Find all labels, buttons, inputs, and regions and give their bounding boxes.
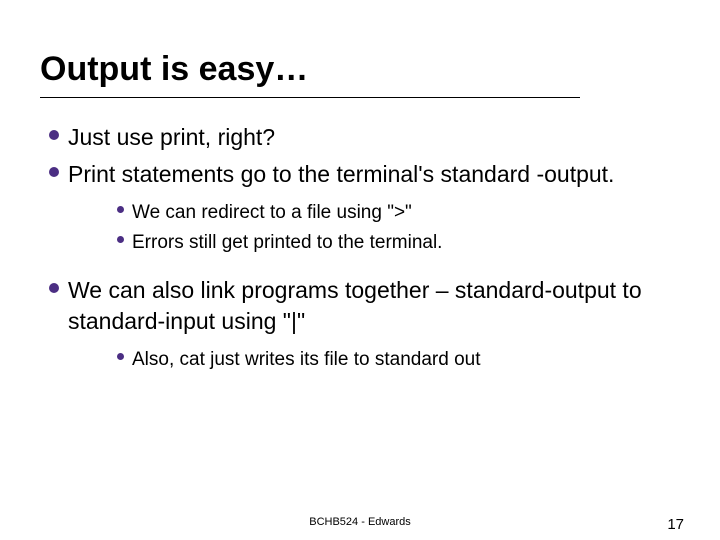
list-item: We can redirect to a file using ">": [68, 200, 680, 226]
bullet-icon: [108, 347, 132, 360]
bullet-icon: [108, 230, 132, 243]
list-item: Errors still get printed to the terminal…: [68, 230, 680, 256]
list-item: Print statements go to the terminal's st…: [40, 159, 680, 269]
bullet-text-line: We can also link programs together – sta…: [68, 277, 642, 334]
bullet-text: We can redirect to a file using ">": [132, 200, 680, 226]
slide-title: Output is easy…: [40, 50, 680, 89]
bullet-list-level1: Just use print, right? Print statements …: [40, 122, 680, 387]
slide: Output is easy… Just use print, right? P…: [0, 0, 720, 540]
bullet-icon: [40, 122, 68, 140]
title-divider: [40, 97, 580, 98]
slide-content: Just use print, right? Print statements …: [40, 122, 680, 387]
footer-center-text: BCHB524 - Edwards: [0, 516, 720, 528]
bullet-text: Print statements go to the terminal's st…: [68, 159, 680, 269]
bullet-list-level2: We can redirect to a file using ">" Erro…: [68, 200, 680, 255]
bullet-text: Errors still get printed to the terminal…: [132, 230, 680, 256]
page-number: 17: [667, 516, 684, 533]
list-item: Also, cat just writes its file to standa…: [68, 347, 680, 373]
bullet-text-line: Print statements go to the terminal's st…: [68, 161, 614, 187]
bullet-icon: [108, 200, 132, 213]
bullet-text: Also, cat just writes its file to standa…: [132, 347, 680, 373]
bullet-icon: [40, 159, 68, 177]
bullet-text: Just use print, right?: [68, 122, 680, 153]
bullet-icon: [40, 275, 68, 293]
list-item: Just use print, right?: [40, 122, 680, 153]
bullet-list-level2: Also, cat just writes its file to standa…: [68, 347, 680, 373]
list-item: We can also link programs together – sta…: [40, 275, 680, 387]
bullet-text: We can also link programs together – sta…: [68, 275, 680, 387]
